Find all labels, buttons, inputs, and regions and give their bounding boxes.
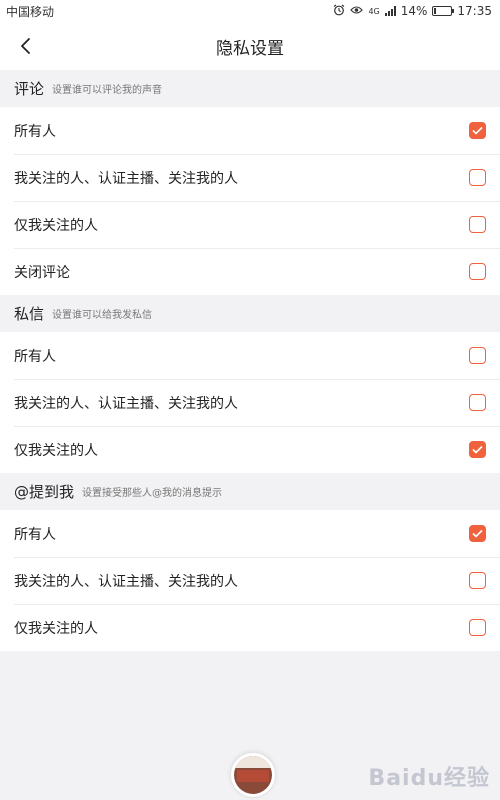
checkbox[interactable] (469, 441, 486, 458)
checkmark-icon (472, 529, 483, 538)
section-title: @提到我 (14, 483, 75, 501)
section-subtitle: 设置谁可以给我发私信 (52, 310, 153, 321)
battery-percent: 14% (400, 4, 428, 18)
status-time: 17:35 (457, 4, 492, 18)
option-row[interactable]: 仅我关注的人 (0, 426, 500, 473)
checkbox[interactable] (469, 169, 486, 186)
option-list-comments: 所有人 我关注的人、认证主播、关注我的人 仅我关注的人 关闭评论 (0, 107, 500, 295)
option-row[interactable]: 仅我关注的人 (0, 201, 500, 248)
checkbox[interactable] (469, 619, 486, 636)
option-list-mentions: 所有人 我关注的人、认证主播、关注我的人 仅我关注的人 (0, 510, 500, 651)
section-header-mentions: @提到我 设置接受那些人@我的消息提示 (0, 473, 500, 510)
option-label: 我关注的人、认证主播、关注我的人 (14, 170, 238, 187)
checkbox[interactable] (469, 347, 486, 364)
option-row[interactable]: 仅我关注的人 (0, 604, 500, 651)
mini-player-button[interactable] (230, 752, 276, 798)
option-label: 所有人 (14, 123, 56, 140)
option-list-messages: 所有人 我关注的人、认证主播、关注我的人 仅我关注的人 (0, 332, 500, 473)
option-row[interactable]: 所有人 (0, 510, 500, 557)
checkbox[interactable] (469, 216, 486, 233)
checkbox[interactable] (469, 263, 486, 280)
section-header-comments: 评论 设置谁可以评论我的声音 (0, 70, 500, 107)
eye-icon (350, 5, 364, 18)
option-label: 仅我关注的人 (14, 442, 98, 459)
section-subtitle: 设置谁可以评论我的声音 (52, 85, 163, 96)
carrier-name: 中国移动 (6, 4, 55, 19)
status-icons: 4G 14% 17:35 (333, 4, 492, 19)
option-row[interactable]: 关闭评论 (0, 248, 500, 295)
section-header-messages: 私信 设置谁可以给我发私信 (0, 295, 500, 332)
option-label: 我关注的人、认证主播、关注我的人 (14, 573, 238, 590)
option-label: 所有人 (14, 526, 56, 543)
option-label: 我关注的人、认证主播、关注我的人 (14, 395, 238, 412)
page-title: 隐私设置 (216, 38, 284, 59)
option-row[interactable]: 我关注的人、认证主播、关注我的人 (0, 154, 500, 201)
signal-strength-icon (384, 6, 396, 16)
option-row[interactable]: 所有人 (0, 332, 500, 379)
checkbox[interactable] (469, 394, 486, 411)
section-title: 私信 (14, 305, 45, 323)
section-title: 评论 (14, 80, 45, 98)
checkbox[interactable] (469, 122, 486, 139)
checkbox[interactable] (469, 572, 486, 589)
network-type: 4G (368, 6, 380, 16)
checkmark-icon (472, 126, 483, 135)
option-label: 关闭评论 (14, 264, 70, 281)
option-label: 仅我关注的人 (14, 217, 98, 234)
alarm-clock-icon (333, 4, 345, 19)
option-row[interactable]: 我关注的人、认证主播、关注我的人 (0, 557, 500, 604)
option-row[interactable]: 所有人 (0, 107, 500, 154)
checkmark-icon (472, 445, 483, 454)
status-bar: 中国移动 4G 14% 17:35 (0, 0, 500, 22)
section-subtitle: 设置接受那些人@我的消息提示 (82, 488, 223, 499)
battery-icon (432, 6, 455, 16)
option-label: 所有人 (14, 348, 56, 365)
checkbox[interactable] (469, 525, 486, 542)
watermark-logo: Baidu经验 (368, 766, 490, 791)
settings-sections: 评论 设置谁可以评论我的声音 所有人 我关注的人、认证主播、关注我的人 仅我关注… (0, 70, 500, 651)
album-cover-image (234, 756, 272, 794)
back-button[interactable] (10, 30, 42, 62)
option-label: 仅我关注的人 (14, 620, 98, 637)
navigation-bar: 隐私设置 (0, 22, 500, 70)
chevron-left-icon (21, 38, 30, 54)
option-row[interactable]: 我关注的人、认证主播、关注我的人 (0, 379, 500, 426)
